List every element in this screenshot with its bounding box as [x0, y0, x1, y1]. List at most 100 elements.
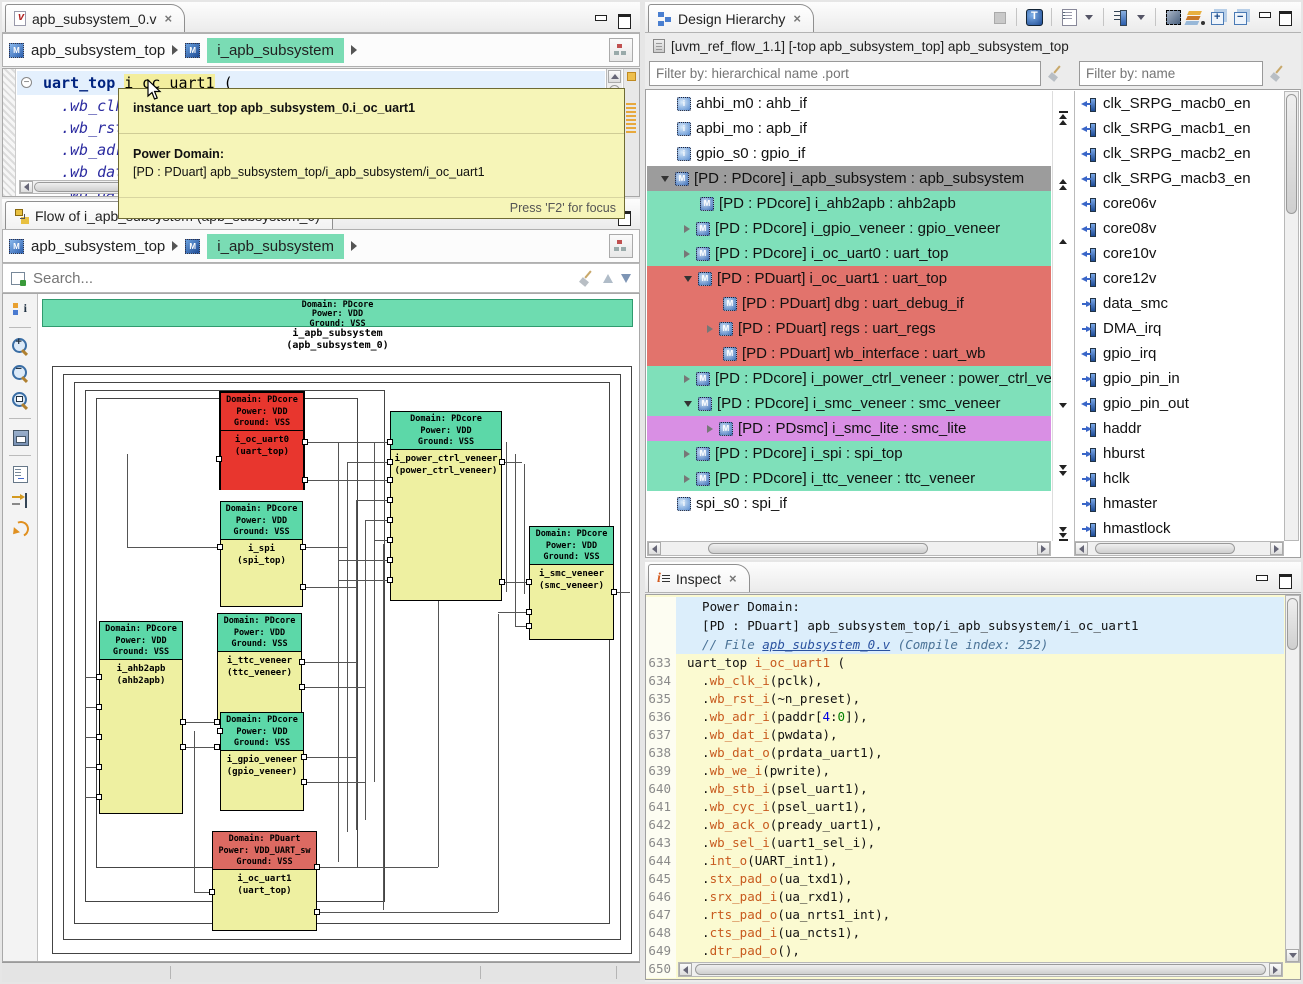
maximize-icon[interactable]	[617, 14, 630, 26]
next-match-icon[interactable]	[621, 274, 631, 283]
diagram-block-i_power_ctrl_veneer[interactable]: Domain: PDcorePower: VDDGround: VSSi_pow…	[390, 411, 502, 601]
breadcrumb-item[interactable]: apb_subsystem_top	[31, 238, 165, 255]
maximize-icon[interactable]	[1278, 11, 1291, 23]
hierarchical-filter-input[interactable]	[649, 61, 1041, 86]
tree-expander-icon[interactable]	[707, 425, 713, 433]
tree-row[interactable]: M[PD : PDcore] i_apb_subsystem : apb_sub…	[647, 166, 1051, 191]
marker-next-icon[interactable]	[1056, 403, 1070, 408]
tab-inspect[interactable]: i Inspect ×	[648, 564, 750, 592]
port-list-item[interactable]: clk_SRPG_macb0_en	[1075, 91, 1284, 116]
occurrence-marker[interactable]	[626, 111, 636, 113]
annotation-overview-icon[interactable]	[627, 72, 636, 81]
tree-row[interactable]: M[PD : PDuart] wb_interface : uart_wb	[647, 341, 1051, 366]
tree-expander-icon[interactable]	[684, 401, 692, 407]
minimize-icon[interactable]	[1258, 11, 1271, 23]
testbench-icon[interactable]	[1025, 8, 1043, 26]
tree-row[interactable]: ispi_s0 : spi_if	[647, 491, 1051, 516]
show-hierarchy-button[interactable]	[609, 38, 633, 62]
tree-row[interactable]: M[PD : PDcore] i_gpio_veneer : gpio_vene…	[647, 216, 1051, 241]
tree-expander-icon[interactable]	[684, 250, 690, 258]
marker-next-group-icon[interactable]	[1056, 465, 1070, 476]
clear-filter-icon[interactable]	[1270, 65, 1286, 81]
previous-match-icon[interactable]	[603, 274, 613, 283]
port-list-item[interactable]: gpio_irq	[1075, 341, 1284, 366]
file-link[interactable]: apb_subsystem_0.v	[762, 637, 890, 652]
tree-row[interactable]: M[PD : PDcore] i_ttc_veneer : ttc_veneer	[647, 466, 1051, 491]
port-list-item[interactable]: gpio_pin_in	[1075, 366, 1284, 391]
maximize-icon[interactable]	[1278, 574, 1291, 586]
tree-expander-icon[interactable]	[661, 176, 669, 182]
minimize-icon[interactable]	[1255, 574, 1268, 586]
view-menu-icon[interactable]	[1060, 8, 1078, 26]
chevron-right-icon[interactable]	[172, 45, 178, 55]
tab-apb-subsystem-0-v[interactable]: apb_subsystem_0.v ×	[5, 4, 185, 32]
port-list-item[interactable]: clk_SRPG_macb1_en	[1075, 116, 1284, 141]
tree-row[interactable]: M[PD : PDuart] i_oc_uart1 : uart_top	[647, 266, 1051, 291]
port-list-item[interactable]: hmaster	[1075, 491, 1284, 516]
occurrence-marker[interactable]	[626, 107, 636, 109]
port-list-item[interactable]: core08v	[1075, 216, 1284, 241]
port-list-item[interactable]: core12v	[1075, 266, 1284, 291]
clear-search-icon[interactable]	[579, 270, 595, 286]
port-list-item[interactable]: core06v	[1075, 191, 1284, 216]
diagram-block-i_ttc_veneer[interactable]: Domain: PDcorePower: VDDGround: VSSi_ttc…	[217, 613, 302, 721]
inspect-horizontal-scrollbar[interactable]	[678, 962, 1283, 977]
show-pins-icon[interactable]	[11, 492, 29, 510]
occurrence-marker[interactable]	[626, 131, 636, 133]
breadcrumb-item[interactable]: apb_subsystem_top	[31, 42, 165, 59]
tree-expander-icon[interactable]	[707, 325, 713, 333]
marker-prev-icon[interactable]	[1056, 239, 1070, 244]
breadcrumb-item-selected[interactable]: i_apb_subsystem	[207, 38, 344, 63]
search-input[interactable]	[33, 270, 571, 287]
tree-expander-icon[interactable]	[684, 375, 690, 383]
layers-icon[interactable]	[1187, 8, 1205, 26]
run-disabled-icon[interactable]	[990, 8, 1008, 26]
diagram-block-i_smc_veneer[interactable]: Domain: PDcorePower: VDDGround: VSSi_smc…	[529, 526, 614, 640]
zoom-out-icon[interactable]	[11, 364, 29, 382]
port-list-item[interactable]: hmastlock	[1075, 516, 1284, 541]
tree-row[interactable]: M[PD : PDcore] i_smc_veneer : smc_veneer	[647, 391, 1051, 416]
minimize-icon[interactable]	[594, 14, 607, 26]
chevron-right-icon[interactable]	[351, 241, 357, 251]
tree-expander-icon[interactable]	[684, 450, 690, 458]
tree-row[interactable]: M[PD : PDcore] i_power_ctrl_veneer : pow…	[647, 366, 1051, 391]
inspect-vertical-scrollbar[interactable]	[1285, 595, 1300, 963]
tree-row[interactable]: igpio_s0 : gpio_if	[647, 141, 1051, 166]
tree-row[interactable]: iahbi_m0 : ahb_if	[647, 91, 1051, 116]
tree-row[interactable]: M[PD : PDcore] i_spi : spi_top	[647, 441, 1051, 466]
tree-row[interactable]: iapbi_mo : apb_if	[647, 116, 1051, 141]
tree-row[interactable]: M[PD : PDcore] i_ahb2apb : ahb2apb	[647, 191, 1051, 216]
port-list-item[interactable]: data_smc	[1075, 291, 1284, 316]
diagram-block-i_ahb2apb[interactable]: Domain: PDcorePower: VDDGround: VSSi_ahb…	[99, 621, 183, 814]
marker-last-icon[interactable]	[1056, 527, 1070, 541]
collapse-all-icon[interactable]	[1233, 8, 1251, 26]
properties-icon[interactable]	[11, 300, 29, 318]
close-icon[interactable]: ×	[165, 11, 173, 26]
port-list-item[interactable]: clk_SRPG_macb3_en	[1075, 166, 1284, 191]
tree-horizontal-scrollbar[interactable]	[647, 541, 1051, 556]
chevron-right-icon[interactable]	[172, 241, 178, 251]
port-list-vertical-scrollbar[interactable]	[1284, 91, 1299, 541]
show-hierarchy-button[interactable]	[609, 234, 633, 258]
refresh-icon[interactable]	[11, 519, 29, 537]
chevron-right-icon[interactable]	[351, 45, 357, 55]
occurrence-marker[interactable]	[626, 115, 636, 117]
tree-expander-icon[interactable]	[684, 475, 690, 483]
name-filter-input[interactable]	[1079, 61, 1263, 86]
chevron-down-icon[interactable]	[1085, 15, 1093, 20]
port-list-item[interactable]: haddr	[1075, 416, 1284, 441]
zoom-selection-icon[interactable]	[11, 391, 29, 409]
occurrence-marker[interactable]	[626, 123, 636, 125]
chip-icon[interactable]	[1164, 8, 1182, 26]
fold-collapse-icon[interactable]: −	[21, 77, 32, 88]
port-list-item[interactable]: clk_SRPG_macb2_en	[1075, 141, 1284, 166]
close-icon[interactable]: ×	[729, 571, 737, 586]
diagram-block-i_oc_uart0[interactable]: Domain: PDcorePower: VDDGround: VSSi_oc_…	[219, 391, 305, 490]
port-list-horizontal-scrollbar[interactable]	[1074, 541, 1284, 556]
close-icon[interactable]: ×	[793, 11, 801, 26]
clear-filter-icon[interactable]	[1048, 65, 1064, 81]
flow-diagram-canvas[interactable]: Domain: PDcore Power: VDD Ground: VSS i_…	[38, 294, 639, 961]
sort-icon[interactable]	[1112, 8, 1130, 26]
expand-all-icon[interactable]	[1210, 8, 1228, 26]
tree-row[interactable]: M[PD : PDsmc] i_smc_lite : smc_lite	[647, 416, 1051, 441]
